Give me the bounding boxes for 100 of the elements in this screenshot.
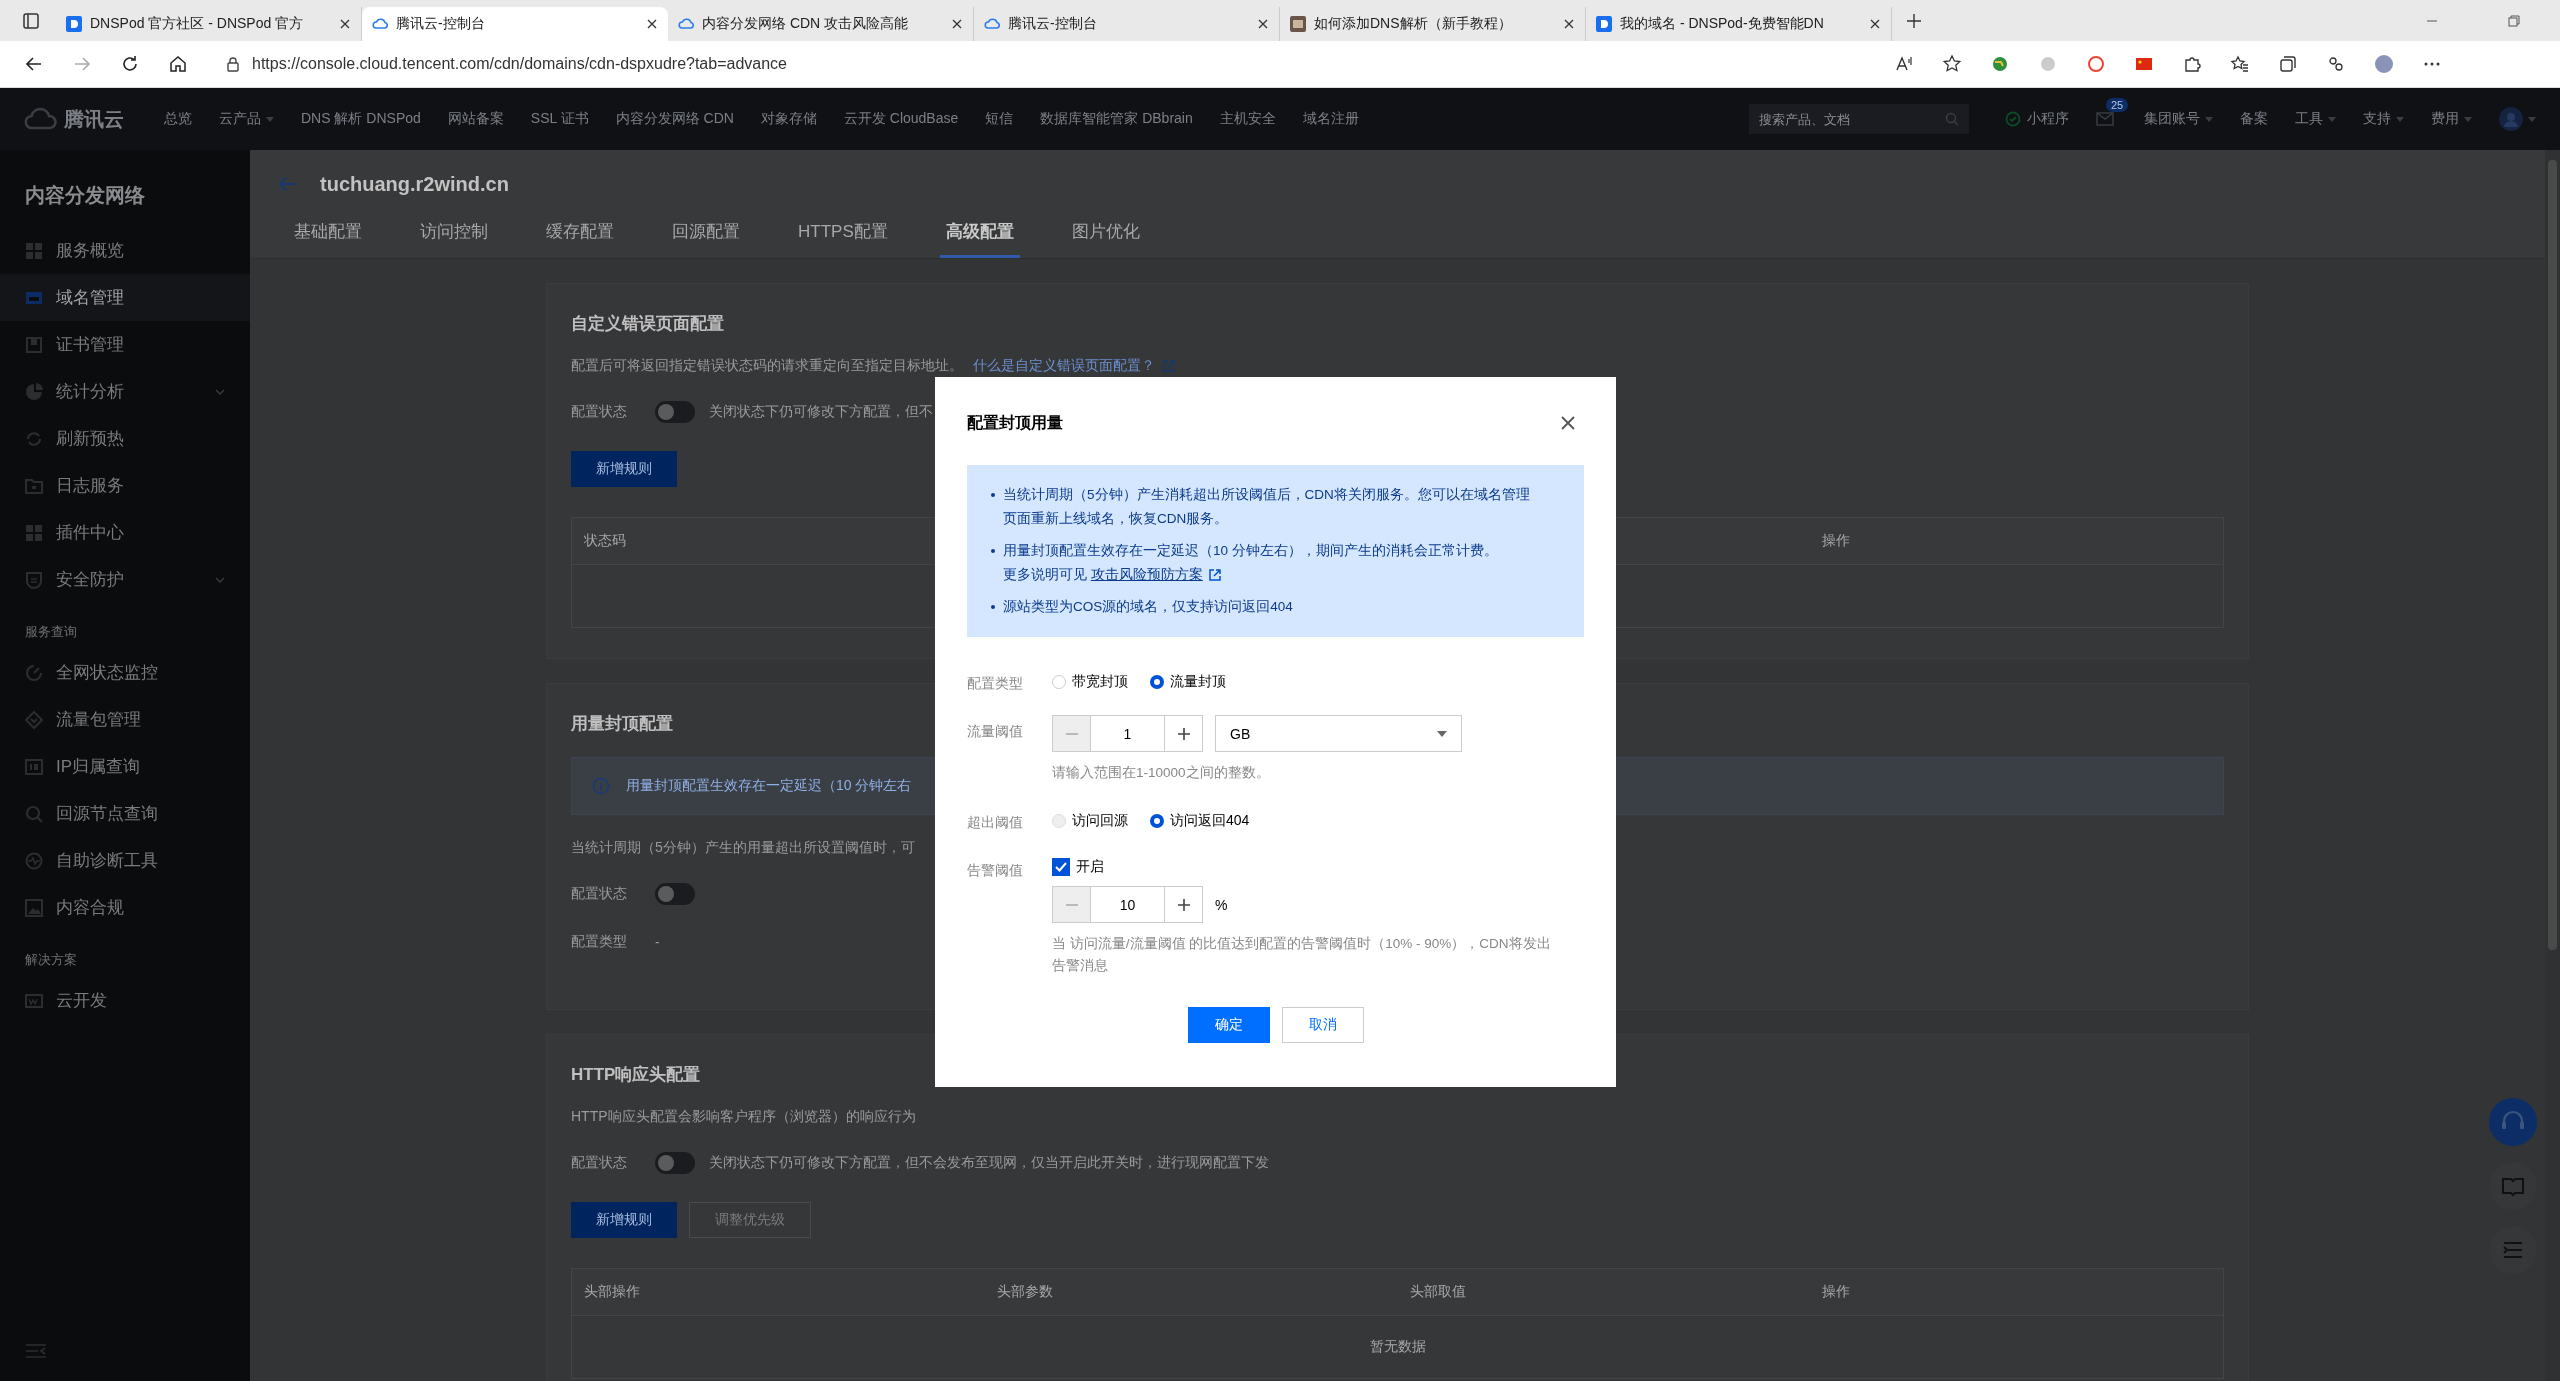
description-text: 配置后可将返回指定错误状态码的请求重定向至指定目标地址。 什么是自定义错误页面配置？ <box>571 357 1175 375</box>
favorite-add-icon[interactable] <box>1942 54 1962 74</box>
nav-link[interactable]: SSL 证书 <box>530 110 589 128</box>
close-icon[interactable] <box>339 18 351 30</box>
nav-link[interactable]: 短信 <box>985 110 1014 128</box>
checkbox[interactable]: 开启 <box>1052 854 1104 876</box>
nav-link[interactable]: 费用 <box>2431 110 2472 128</box>
scrollbar[interactable] <box>2545 150 2560 1381</box>
nav-link[interactable]: 备案 <box>2240 110 2268 128</box>
nav-link[interactable]: 数据库智能管家 DBbrain <box>1040 110 1193 128</box>
sidebar-item[interactable]: 内容合规 <box>0 884 250 931</box>
config-tab[interactable]: 缓存配置 <box>540 210 620 258</box>
close-icon[interactable] <box>1560 415 1576 431</box>
sidebar-item[interactable]: 刷新预热 <box>0 415 250 462</box>
avatar-icon <box>2499 107 2523 131</box>
address-field[interactable]: https://console.cloud.tencent.com/cdn/domains/cdn-dspxudre?tab=advance <box>216 47 1866 81</box>
window-icon <box>25 991 43 1010</box>
sidebar-item[interactable]: 域名管理 <box>0 274 250 321</box>
sidebar-item[interactable]: 流量包管理 <box>0 696 250 743</box>
nav-link[interactable]: 工具 <box>2295 110 2336 128</box>
close-icon[interactable] <box>1869 18 1881 30</box>
sidebar-item[interactable]: 全网状态监控 <box>0 649 250 696</box>
nav-link[interactable]: DNS 解析 DNSPod <box>301 110 421 128</box>
home-icon[interactable] <box>168 54 188 74</box>
toggle-switch[interactable] <box>655 1152 695 1174</box>
description-text: 当统计周期（5分钟）产生的用量超出所设置阈值时，可 <box>571 839 915 857</box>
sidebar-item[interactable]: 插件中心 <box>0 509 250 556</box>
mini-program-link[interactable]: 小程序 <box>2005 110 2069 128</box>
logo-text[interactable]: 腾讯云 <box>64 105 124 133</box>
chevron-down-icon <box>215 576 225 583</box>
nav-link[interactable]: 总览 <box>164 110 192 128</box>
sidebar-item[interactable]: 自助诊断工具 <box>0 837 250 884</box>
toggle-switch[interactable] <box>655 883 695 905</box>
shield-icon <box>25 570 43 589</box>
radio-option[interactable]: 带宽封顶 <box>1052 673 1128 691</box>
toggle-switch[interactable] <box>655 401 695 423</box>
section-title: 自定义错误页面配置 <box>571 313 724 335</box>
new-tab-icon[interactable] <box>1906 12 1922 29</box>
config-tab[interactable]: HTTPS配置 <box>792 210 894 258</box>
avatar-icon[interactable] <box>2374 54 2394 74</box>
nav-link[interactable]: 网站备案 <box>447 110 504 128</box>
sidebar-item[interactable]: 回源节点查询 <box>0 790 250 837</box>
globe-extension-icon[interactable] <box>1990 54 2010 74</box>
config-tab[interactable]: 回源配置 <box>666 210 746 258</box>
column-header: 头部取值 <box>1409 1283 1466 1301</box>
close-icon[interactable] <box>1257 18 1269 30</box>
cloud-icon <box>678 16 694 32</box>
unit-select[interactable]: GB <box>1215 715 1462 752</box>
add-rule-button[interactable]: 新增规则 <box>571 1202 677 1238</box>
extension-icon[interactable] <box>2086 54 2106 74</box>
section-heading: 服务查询 <box>24 623 78 641</box>
browser-tab[interactable]: 腾讯云-控制台 <box>362 7 668 41</box>
puzzle-icon[interactable] <box>2182 54 2202 74</box>
radio-option[interactable]: 流量封顶 <box>1150 673 1226 691</box>
nav-link[interactable]: 支持 <box>2363 110 2404 128</box>
sidebar-item[interactable]: IP归属查询 <box>0 743 250 790</box>
sidebar-item[interactable]: 服务概览 <box>0 227 250 274</box>
config-tab[interactable]: 基础配置 <box>288 210 368 258</box>
cancel-button[interactable]: 取消 <box>1281 1007 1364 1043</box>
restore-icon[interactable] <box>2508 14 2520 27</box>
sidebar-item[interactable]: 统计分析 <box>0 368 250 415</box>
caret-icon <box>2528 116 2536 122</box>
nav-link[interactable]: 集团账号 <box>2144 110 2213 128</box>
nav-link[interactable]: 主机安全 <box>1219 110 1276 128</box>
section-heading: 解决方案 <box>24 951 78 969</box>
sidebar-item[interactable]: 证书管理 <box>0 321 250 368</box>
confirm-button[interactable]: 确定 <box>1187 1007 1270 1043</box>
nav-link[interactable]: 云开发 CloudBase <box>843 110 959 128</box>
help-link[interactable]: 什么是自定义错误页面配置？ <box>973 357 1175 375</box>
close-icon[interactable] <box>646 18 658 30</box>
nav-link[interactable]: 云产品 <box>219 110 274 128</box>
close-icon[interactable] <box>1563 18 1575 30</box>
search-field[interactable]: 搜索产品、文档 <box>1749 104 1969 134</box>
favorites-icon[interactable] <box>2230 54 2250 74</box>
tab-title: DNSPod 官方社区 - DNSPod 官方 <box>90 15 305 33</box>
refresh-icon[interactable] <box>120 54 140 74</box>
nav-link[interactable]: 对象存储 <box>760 110 817 128</box>
add-rule-button[interactable]: 新增规则 <box>571 451 677 487</box>
help-link[interactable]: 攻击风险预防方案 <box>1090 563 1221 587</box>
info-text: 用量封顶配置生效存在一定延迟（10 分钟左右 <box>626 777 912 795</box>
nav-link[interactable]: 域名注册 <box>1302 110 1359 128</box>
nav-link[interactable]: 内容分发网络 CDN <box>615 110 734 128</box>
config-tab[interactable]: 图片优化 <box>1065 210 1146 258</box>
scroll-thumb[interactable] <box>2548 160 2557 950</box>
radio-option[interactable]: 访问返回404 <box>1150 812 1250 830</box>
refresh-icon <box>25 429 43 448</box>
collections-icon[interactable] <box>2278 54 2298 74</box>
plugin-grid-icon <box>25 523 43 542</box>
cloud-icon <box>372 16 388 32</box>
config-tab[interactable]: 高级配置 <box>939 210 1020 258</box>
profiles-icon[interactable] <box>2326 54 2346 74</box>
config-tab[interactable]: 访问控制 <box>414 210 494 258</box>
close-icon[interactable] <box>951 18 963 30</box>
tab-actions-icon[interactable] <box>22 11 40 30</box>
field-label: 配置状态 <box>571 403 628 421</box>
hint-text: 关闭状态下仍可修改下方配置，但不 <box>709 403 933 421</box>
caret-icon <box>2205 116 2213 122</box>
sidebar-item[interactable]: 日志服务 <box>0 462 250 509</box>
sidebar-item[interactable]: 安全防护 <box>0 556 250 603</box>
sidebar-item[interactable]: 云开发 <box>0 977 250 1024</box>
